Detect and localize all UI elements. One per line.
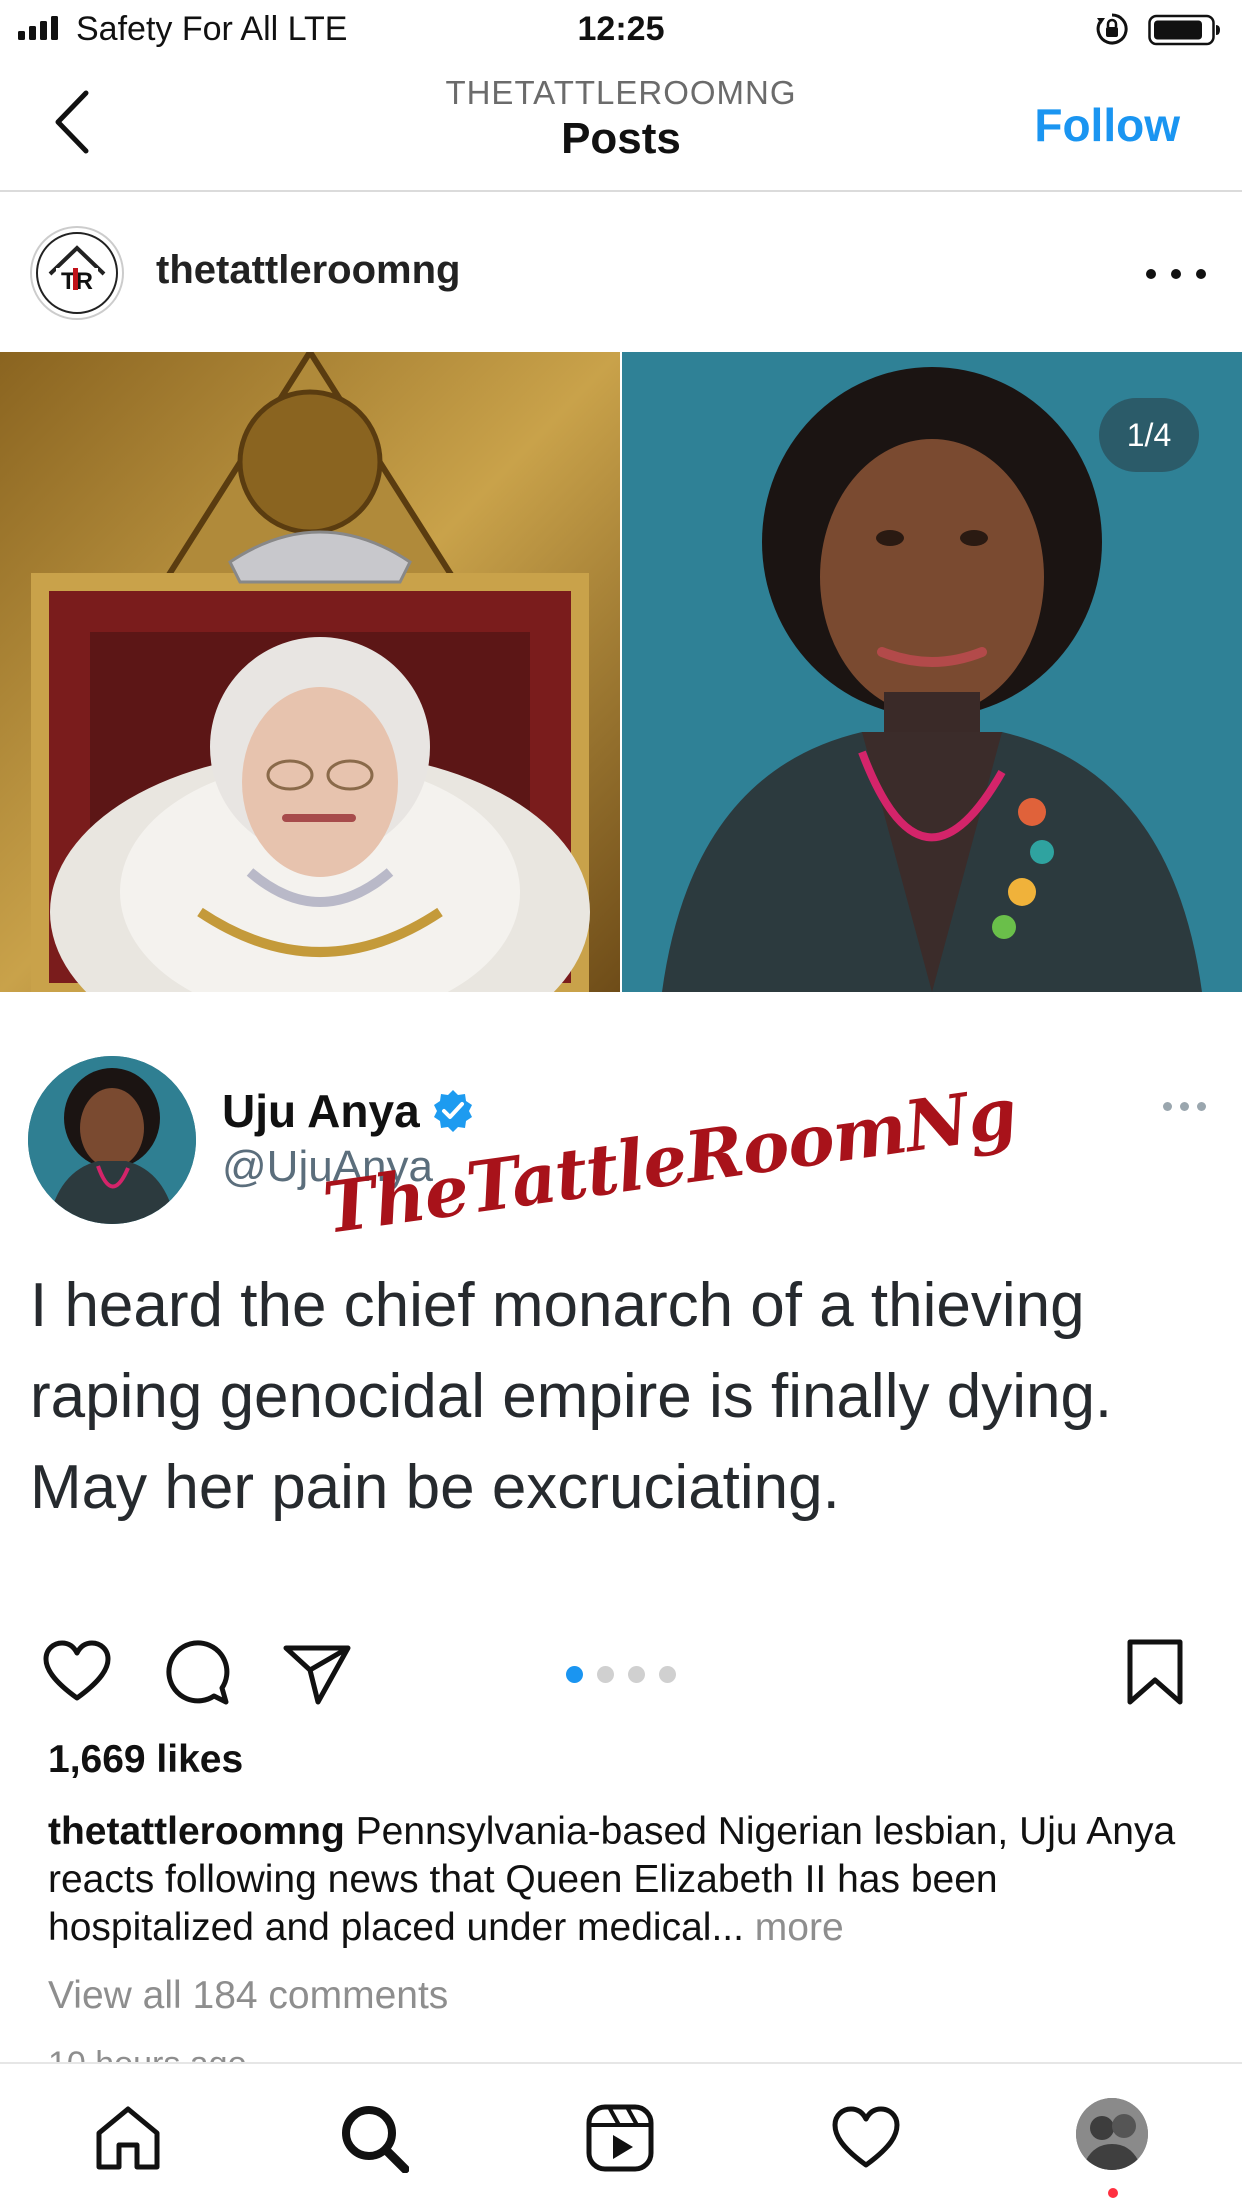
carousel-dot xyxy=(659,1666,676,1683)
comment-icon[interactable] xyxy=(162,1638,232,1708)
carousel-indicator xyxy=(566,1666,676,1683)
more-options-button[interactable] xyxy=(1146,254,1206,294)
caption-more-link[interactable]: more xyxy=(755,1906,844,1949)
tweet-text: I heard the chief monarch of a thieving … xyxy=(30,1271,1113,1522)
post-timestamp: 10 hours ago xyxy=(48,2045,247,2064)
tab-profile[interactable] xyxy=(1076,2098,1148,2170)
home-icon xyxy=(96,2106,160,2170)
caption-username[interactable]: thetattleroomng xyxy=(48,1810,345,1853)
status-time: 12:25 xyxy=(577,10,665,48)
tweet-more-icon xyxy=(1163,1102,1206,1111)
reels-icon xyxy=(586,2104,654,2172)
battery-icon xyxy=(1148,14,1220,46)
likes-count[interactable]: 1,669 likes xyxy=(48,1738,243,1782)
tweet-avatar xyxy=(28,1056,196,1224)
verified-badge-icon xyxy=(433,1090,472,1132)
post-username[interactable]: thetattleroomng xyxy=(156,248,460,293)
status-bar: Safety For All LTE 12:25 xyxy=(0,0,1242,62)
avatar[interactable]: TR xyxy=(30,226,124,320)
tab-home[interactable] xyxy=(90,2100,166,2176)
bottom-tab-bar xyxy=(0,2062,1242,2208)
photo-throne-portrait xyxy=(0,352,620,992)
profile-avatar-icon xyxy=(1076,2098,1148,2170)
search-icon xyxy=(342,2106,409,2173)
activity-heart-icon xyxy=(832,2106,900,2168)
view-comments-link[interactable]: View all 184 comments xyxy=(48,1974,448,2018)
nav-header: THETATTLEROOMNG Posts Follow xyxy=(0,62,1242,192)
carousel-dot xyxy=(597,1666,614,1683)
tab-reels[interactable] xyxy=(582,2100,658,2176)
tweet-author-label: Uju Anya xyxy=(222,1085,420,1137)
post-actions xyxy=(0,1608,1242,1728)
carousel-dot-active xyxy=(566,1666,583,1683)
notification-dot xyxy=(1108,2188,1118,2198)
carousel-page-counter: 1/4 xyxy=(1099,398,1199,472)
post-caption: thetattleroomng Pennsylvania-based Niger… xyxy=(48,1808,1208,1952)
tab-search[interactable] xyxy=(336,2100,412,2176)
brand-logo-icon: TR xyxy=(36,232,118,314)
tweet-author-name: Uju Anya xyxy=(222,1084,476,1138)
tab-activity[interactable] xyxy=(828,2100,904,2176)
share-icon[interactable] xyxy=(282,1638,352,1708)
carousel-dot xyxy=(628,1666,645,1683)
rotation-lock-icon xyxy=(1096,13,1128,45)
follow-button[interactable]: Follow xyxy=(1034,98,1180,152)
post-header: TR thetattleroomng xyxy=(0,192,1242,352)
tweet-card: Uju Anya @UjuAnya TheTattleRoomNg I hear… xyxy=(0,992,1242,1608)
post-media[interactable]: 1/4 Uju Anya @UjuAnya TheTattleRoomNg I … xyxy=(0,352,1242,1608)
heart-icon[interactable] xyxy=(42,1638,112,1708)
bookmark-icon[interactable] xyxy=(1120,1638,1190,1708)
